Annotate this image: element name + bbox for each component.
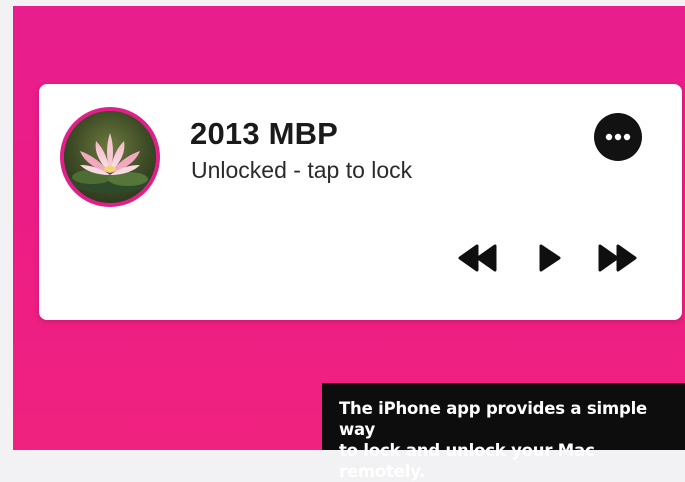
more-options-button[interactable] bbox=[594, 113, 642, 161]
device-card[interactable]: 2013 MBP Unlocked - tap to lock bbox=[39, 84, 682, 320]
fast-forward-button[interactable] bbox=[596, 243, 638, 278]
ellipsis-icon bbox=[605, 133, 631, 141]
play-icon bbox=[539, 244, 561, 272]
rewind-button[interactable] bbox=[457, 243, 499, 278]
caption-text: The iPhone app provides a simple way to … bbox=[339, 399, 648, 481]
device-name: 2013 MBP bbox=[190, 116, 339, 151]
rewind-icon bbox=[458, 244, 497, 272]
fast-forward-icon bbox=[598, 244, 637, 272]
lock-status-button[interactable]: Unlocked - tap to lock bbox=[191, 157, 412, 184]
water-lily-icon bbox=[64, 111, 156, 203]
play-button[interactable] bbox=[537, 243, 563, 278]
caption-box: The iPhone app provides a simple way to … bbox=[322, 383, 685, 481]
device-avatar bbox=[60, 107, 160, 207]
